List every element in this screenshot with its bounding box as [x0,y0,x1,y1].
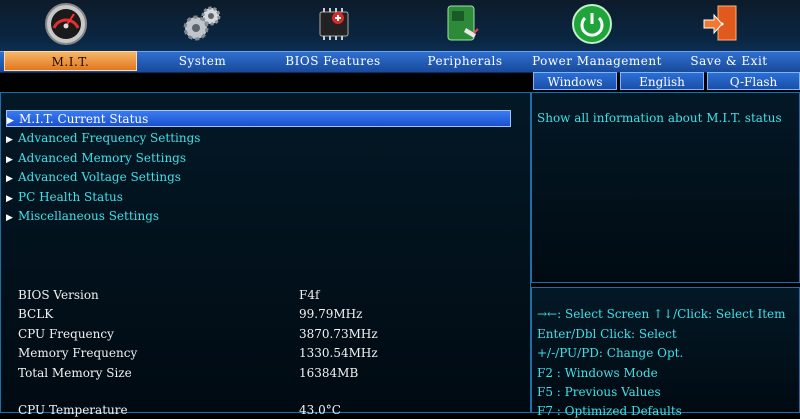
key-legend-line: F7 : Optimized Defaults [537,404,682,418]
key-legend-line: Enter/Dbl Click: Select [537,327,677,341]
menu-item-label: Advanced Frequency Settings [18,131,201,145]
cpu-temperature-label: CPU Temperature [18,403,128,417]
tab-mit[interactable]: M.I.T. [4,51,137,71]
help-description: Show all information about M.I.T. status [537,111,782,125]
cpu-temperature-value: 43.0°C [299,403,341,417]
total-memory-label: Total Memory Size [18,366,132,380]
arrow-right-icon: ▶ [6,174,13,184]
bclk-label: BCLK [18,307,54,321]
memory-frequency-value: 1330.54MHz [299,346,378,360]
tab-system[interactable]: System [140,51,265,71]
tab-power-management[interactable]: Power Management [532,51,662,71]
speedometer-icon[interactable] [44,2,88,46]
menu-item-pc-health[interactable]: ▶ PC Health Status [6,189,123,206]
menu-item-advanced-voltage[interactable]: ▶ Advanced Voltage Settings [6,169,181,186]
arrow-right-icon: ▶ [6,135,13,145]
total-memory-value: 16384MB [299,366,359,380]
tab-peripherals[interactable]: Peripherals [400,51,530,71]
key-legend-line: F5 : Previous Values [537,385,661,399]
cpu-frequency-label: CPU Frequency [18,327,114,341]
arrow-right-icon: ▶ [6,213,13,223]
card-icon[interactable] [442,2,486,46]
menu-item-label: PC Health Status [18,190,123,204]
bios-version-value: F4f [299,288,320,302]
arrow-right-icon: ▶ [7,116,14,126]
language-button[interactable]: English [620,72,704,90]
menu-item-advanced-frequency[interactable]: ▶ Advanced Frequency Settings [6,130,200,147]
exit-door-icon[interactable] [700,2,744,46]
menu-item-label: Advanced Memory Settings [18,151,187,165]
tab-save-exit[interactable]: Save & Exit [664,51,794,71]
menu-item-label: M.I.T. Current Status [19,112,149,126]
memory-frequency-label: Memory Frequency [18,346,138,360]
chip-icon[interactable] [312,2,356,46]
menu-item-miscellaneous[interactable]: ▶ Miscellaneous Settings [6,208,159,225]
key-legend-line: +/-/PU/PD: Change Opt. [537,346,684,360]
gears-icon[interactable] [180,2,224,46]
menu-item-mit-current-status[interactable]: ▶ M.I.T. Current Status [6,110,511,127]
windows-mode-button[interactable]: Windows Mode [533,72,617,107]
bclk-value: 99.79MHz [299,307,363,321]
menu-item-advanced-memory[interactable]: ▶ Advanced Memory Settings [6,150,186,167]
tab-bios-features[interactable]: BIOS Features [268,51,398,71]
cpu-frequency-value: 3870.73MHz [299,327,378,341]
power-icon[interactable] [570,2,614,46]
menu-item-label: Miscellaneous Settings [18,209,160,223]
key-legend-line: F2 : Windows Mode [537,366,658,380]
bios-version-label: BIOS Version [18,288,99,302]
menu-item-label: Advanced Voltage Settings [18,170,181,184]
arrow-right-icon: ▶ [6,155,13,165]
key-legend-line: →←: Select Screen ↑↓/Click: Select Item [537,307,786,321]
qflash-button[interactable]: Q-Flash [707,72,800,90]
arrow-right-icon: ▶ [6,194,13,204]
